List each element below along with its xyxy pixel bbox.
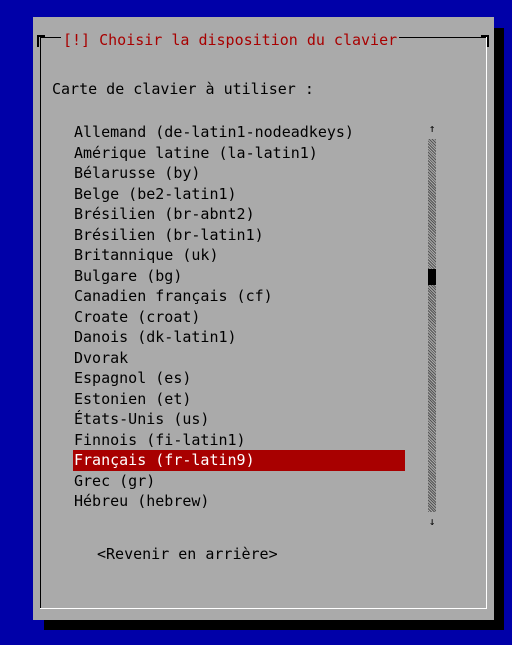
scrollbar[interactable]: ↑ ↓ bbox=[426, 123, 438, 528]
list-item[interactable]: États-Unis (us) bbox=[73, 409, 405, 430]
list-item[interactable]: Grec (gr) bbox=[73, 471, 405, 492]
list-item[interactable]: Amérique latine (la-latin1) bbox=[73, 143, 405, 164]
list-item-selected[interactable]: Français (fr-latin9) bbox=[73, 450, 405, 471]
list-item[interactable]: Brésilien (br-latin1) bbox=[73, 225, 405, 246]
list-item[interactable]: Dvorak bbox=[73, 348, 405, 369]
scrollbar-thumb[interactable] bbox=[428, 269, 436, 285]
frame-corner-left bbox=[37, 35, 45, 47]
keyboard-layout-dialog: [!] Choisir la disposition du clavier Ca… bbox=[33, 17, 494, 620]
list-item[interactable]: Estonien (et) bbox=[73, 389, 405, 410]
list-item[interactable]: Finnois (fi-latin1) bbox=[73, 430, 405, 451]
title-bar: [!] Choisir la disposition du clavier bbox=[33, 31, 494, 49]
list-item[interactable]: Hébreu (hebrew) bbox=[73, 491, 405, 512]
frame-corner-right bbox=[481, 35, 489, 47]
arrow-down-icon[interactable]: ↓ bbox=[426, 516, 438, 528]
list-item[interactable]: Allemand (de-latin1-nodeadkeys) bbox=[73, 122, 405, 143]
arrow-up-icon[interactable]: ↑ bbox=[426, 123, 438, 135]
list-item[interactable]: Croate (croat) bbox=[73, 307, 405, 328]
keymap-list[interactable]: Allemand (de-latin1-nodeadkeys) Amérique … bbox=[73, 122, 405, 512]
list-item[interactable]: Brésilien (br-abnt2) bbox=[73, 204, 405, 225]
list-item[interactable]: Bélarusse (by) bbox=[73, 163, 405, 184]
dialog-title: [!] Choisir la disposition du clavier bbox=[61, 31, 400, 49]
list-item[interactable]: Espagnol (es) bbox=[73, 368, 405, 389]
list-item[interactable]: Canadien français (cf) bbox=[73, 286, 405, 307]
list-item[interactable]: Britannique (uk) bbox=[73, 245, 405, 266]
list-item[interactable]: Danois (dk-latin1) bbox=[73, 327, 405, 348]
list-item[interactable]: Bulgare (bg) bbox=[73, 266, 405, 287]
back-button[interactable]: <Revenir en arrière> bbox=[97, 545, 278, 563]
list-item[interactable]: Belge (be2-latin1) bbox=[73, 184, 405, 205]
scrollbar-track[interactable] bbox=[428, 139, 436, 512]
prompt-label: Carte de clavier à utiliser : bbox=[52, 80, 314, 98]
